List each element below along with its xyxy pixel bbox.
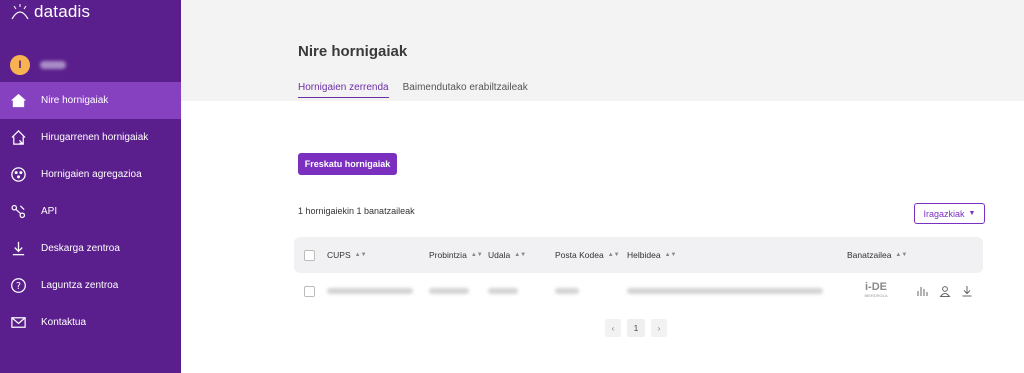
home-icon [10, 92, 27, 109]
select-all-checkbox[interactable] [304, 250, 315, 261]
supplies-summary: 1 hornigaiekin 1 banatzaileak [298, 206, 415, 216]
row-checkbox[interactable] [304, 286, 315, 297]
sidebar-item-contact[interactable]: Kontaktua [0, 304, 181, 341]
main-content: Nire hornigaiak Hornigaien zerrenda Baim… [181, 0, 1024, 373]
table-row[interactable]: i-DE IBERDROLA [294, 279, 983, 303]
user-profile[interactable]: I [10, 55, 66, 75]
sidebar-item-label: API [41, 206, 58, 217]
user-name-redacted [40, 61, 66, 69]
sort-icon: ▲▼ [607, 252, 620, 258]
prev-page-button[interactable]: ‹ [605, 319, 621, 337]
sidebar-item-label: Hornigaien agregazioa [41, 169, 142, 180]
column-header-postal-code[interactable]: Posta Kodea ▲▼ [555, 250, 620, 260]
next-page-button[interactable]: › [651, 319, 667, 337]
filters-button[interactable]: Iragazkiak ▼ [914, 203, 985, 224]
caret-down-icon: ▼ [968, 210, 976, 217]
house-outline-icon [10, 129, 27, 146]
column-header-province[interactable]: Probintzia ▲▼ [429, 250, 483, 260]
sidebar-item-download-center[interactable]: Deskarga zentroa [0, 230, 181, 267]
sidebar-item-label: Kontaktua [41, 317, 87, 328]
sort-icon: ▲▼ [514, 252, 527, 258]
sidebar-item-aggregation[interactable]: Hornigaien agregazioa [0, 156, 181, 193]
pagination: ‹ 1 › [605, 319, 667, 337]
avatar: I [10, 55, 30, 75]
svg-text:?: ? [16, 281, 21, 292]
column-header-address[interactable]: Helbidea ▲▼ [627, 250, 676, 260]
distributor-logo: i-DE IBERDROLA [864, 281, 888, 298]
sidebar-item-label: Deskarga zentroa [41, 243, 120, 254]
cups-value-redacted [327, 288, 413, 294]
sidebar-nav: Nire hornigaiak Hirugarrenen hornigaiak … [0, 82, 181, 341]
filters-button-label: Iragazkiak [923, 208, 965, 219]
logo[interactable]: datadis [10, 2, 90, 22]
sort-icon: ▲▼ [354, 252, 367, 258]
postal-code-value-redacted [555, 288, 579, 294]
sidebar-item-label: Laguntza zentroa [41, 280, 119, 291]
province-value-redacted [429, 288, 469, 294]
sidebar-item-label: Hirugarrenen hornigaiak [41, 132, 149, 143]
sidebar-item-api[interactable]: API [0, 193, 181, 230]
sidebar: datadis I Nire hornigaiak Hirugarrenen h… [0, 0, 181, 373]
sort-icon: ▲▼ [664, 252, 677, 258]
page-title: Nire hornigaiak [298, 43, 408, 60]
page-number-button[interactable]: 1 [627, 319, 645, 337]
column-header-cups[interactable]: CUPS ▲▼ [327, 250, 367, 260]
column-header-municipality[interactable]: Udala ▲▼ [488, 250, 526, 260]
sidebar-item-help-center[interactable]: ? Laguntza zentroa [0, 267, 181, 304]
municipality-value-redacted [488, 288, 518, 294]
sidebar-item-my-supplies[interactable]: Nire hornigaiak [0, 82, 181, 119]
bar-chart-icon[interactable] [915, 284, 929, 298]
tab-supplies-list[interactable]: Hornigaien zerrenda [298, 82, 389, 98]
sidebar-item-label: Nire hornigaiak [41, 95, 109, 106]
tabs: Hornigaien zerrenda Baimendutako erabilt… [298, 82, 528, 98]
sort-icon: ▲▼ [895, 252, 908, 258]
help-icon: ? [10, 277, 27, 294]
download-icon[interactable] [960, 284, 974, 298]
aggregation-icon [10, 166, 27, 183]
logo-text: datadis [34, 2, 91, 21]
datadis-logo-icon [11, 4, 29, 20]
api-icon [10, 203, 27, 220]
tab-authorized-users[interactable]: Baimendutako erabiltzaileak [403, 82, 528, 98]
table-header: CUPS ▲▼ Probintzia ▲▼ Udala ▲▼ Posta Kod… [294, 237, 983, 273]
mail-icon [10, 314, 27, 331]
address-value-redacted [627, 288, 823, 294]
download-icon [10, 240, 27, 257]
column-header-distributor[interactable]: Banatzailea ▲▼ [847, 250, 907, 260]
refresh-supplies-button[interactable]: Freskatu hornigaiak [298, 153, 397, 175]
sidebar-item-third-party-supplies[interactable]: Hirugarrenen hornigaiak [0, 119, 181, 156]
user-icon[interactable] [938, 284, 952, 298]
sort-icon: ▲▼ [470, 252, 483, 258]
